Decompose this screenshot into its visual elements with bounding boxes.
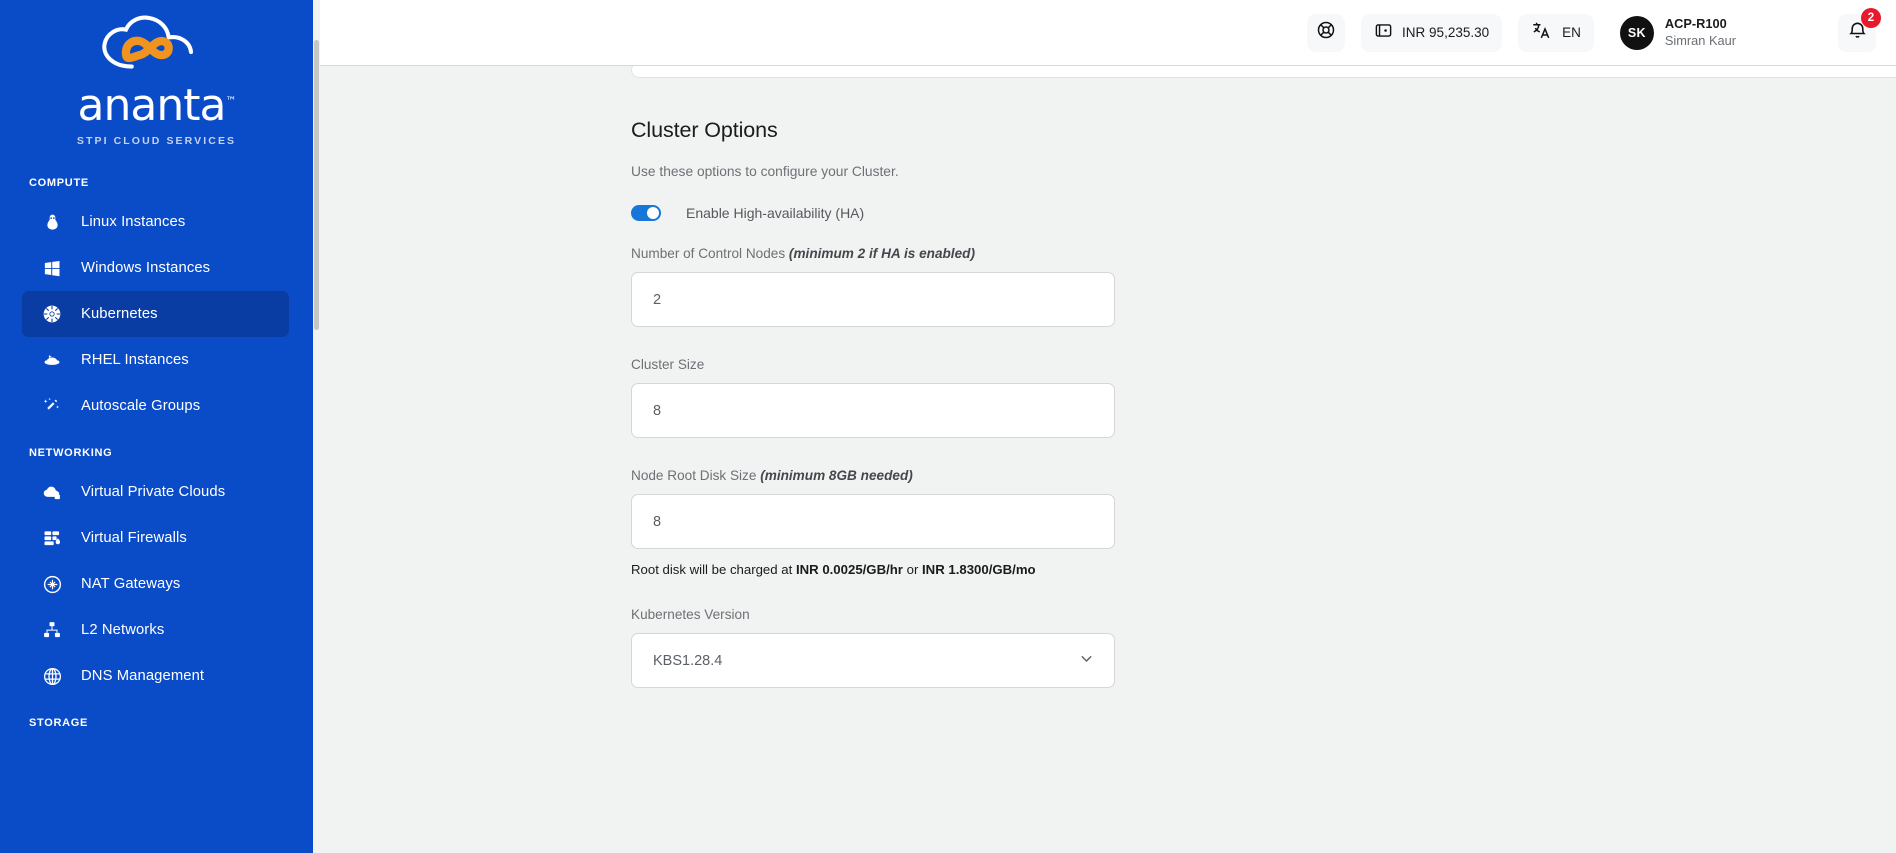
sidebar-item-label: Linux Instances (81, 214, 186, 230)
sidebar-item-kubernetes[interactable]: Kubernetes (22, 291, 289, 337)
enable-ha-toggle[interactable] (631, 205, 661, 221)
magic-wand-icon (41, 395, 63, 417)
wallet-icon (1374, 21, 1393, 45)
language-value: EN (1562, 25, 1581, 40)
sidebar-item-label: Virtual Firewalls (81, 530, 187, 546)
cluster-options-panel: Cluster Options Use these options to con… (631, 118, 1896, 688)
notifications-button[interactable]: 2 (1838, 7, 1881, 52)
chevron-down-icon (1078, 650, 1095, 671)
cloud-lock-icon (41, 481, 63, 503)
control-nodes-value: 2 (653, 291, 662, 308)
wallet-balance-button[interactable]: INR 95,235.30 (1361, 13, 1503, 52)
wallet-balance-text: INR 95,235.30 (1402, 25, 1490, 40)
root-disk-label: Node Root Disk Size (minimum 8GB needed) (631, 468, 1896, 483)
previous-section-card (631, 66, 1896, 78)
firewall-icon (41, 527, 63, 549)
logo-subtitle: STPI CLOUD SERVICES (76, 135, 237, 147)
nat-gateway-icon (41, 573, 63, 595)
sidebar-item-linux-instances[interactable]: Linux Instances (22, 199, 289, 245)
sidebar-scrollbar-thumb[interactable] (314, 40, 319, 330)
control-nodes-label-text: Number of Control Nodes (631, 246, 786, 261)
sidebar-item-nat-gateways[interactable]: NAT Gateways (22, 561, 289, 607)
content-scroll-area: Cluster Options Use these options to con… (320, 66, 1896, 853)
field-root-disk-size: Node Root Disk Size (minimum 8GB needed)… (631, 468, 1896, 577)
sidebar-item-virtual-private-clouds[interactable]: Virtual Private Clouds (22, 469, 289, 515)
network-tree-icon (41, 619, 63, 641)
cluster-size-label-text: Cluster Size (631, 357, 705, 372)
sidebar-item-label: RHEL Instances (81, 352, 189, 368)
root-disk-pricing-note: Root disk will be charged at INR 0.0025/… (631, 562, 1896, 577)
root-disk-input[interactable]: 8 (631, 494, 1115, 549)
sidebar-item-rhel-instances[interactable]: RHEL Instances (22, 337, 289, 383)
topbar: INR 95,235.30 EN SK ACP-R100 Simran Kaur (320, 0, 1896, 66)
root-disk-hint: (minimum 8GB needed) (760, 468, 913, 483)
page-title: Cluster Options (631, 118, 778, 142)
logo-wordmark: ananta™ (77, 80, 237, 131)
control-nodes-label: Number of Control Nodes (minimum 2 if HA… (631, 246, 1896, 261)
field-control-nodes: Number of Control Nodes (minimum 2 if HA… (631, 246, 1896, 327)
cluster-size-input[interactable]: 8 (631, 383, 1115, 438)
sidebar-item-label: Kubernetes (81, 306, 158, 322)
control-nodes-hint: (minimum 2 if HA is enabled) (788, 246, 975, 261)
lifebuoy-icon (1316, 20, 1336, 45)
avatar: SK (1619, 15, 1654, 50)
notification-badge: 2 (1861, 7, 1881, 28)
note-monthly-rate: INR 1.8300/GB/mo (922, 562, 1036, 577)
control-nodes-input[interactable]: 2 (631, 272, 1115, 327)
sidebar-item-label: NAT Gateways (81, 576, 181, 592)
note-joiner: or (902, 562, 923, 577)
sidebar-item-label: L2 Networks (81, 622, 165, 638)
note-prefix: Root disk will be charged at (631, 562, 796, 577)
k8s-version-value: KBS1.28.4 (653, 652, 723, 669)
sidebar-item-label: Autoscale Groups (81, 398, 201, 414)
user-menu[interactable]: SK ACP-R100 Simran Kaur (1619, 15, 1736, 50)
sidebar: ananta™ STPI CLOUD SERVICES COMPUTE Linu… (0, 0, 313, 853)
sidebar-item-autoscale-groups[interactable]: Autoscale Groups (22, 383, 289, 429)
sidebar-item-virtual-firewalls[interactable]: Virtual Firewalls (22, 515, 289, 561)
windows-icon (41, 257, 63, 279)
ha-toggle-row: Enable High-availability (HA) (631, 205, 1896, 221)
redhat-fedora-icon (41, 349, 63, 371)
kubernetes-icon (41, 303, 63, 325)
app-root: ananta™ STPI CLOUD SERVICES COMPUTE Linu… (0, 0, 1896, 853)
nav-section-storage: STORAGE (29, 717, 89, 729)
sidebar-item-label: DNS Management (81, 668, 205, 684)
sidebar-item-l2-networks[interactable]: L2 Networks (22, 607, 289, 653)
k8s-version-select[interactable]: KBS1.28.4 (631, 633, 1115, 688)
nav-section-networking: NETWORKING (29, 447, 113, 459)
support-button[interactable] (1307, 13, 1346, 52)
sidebar-item-dns-management[interactable]: DNS Management (22, 653, 289, 699)
sidebar-item-label: Windows Instances (81, 260, 211, 276)
ananta-infinity-cloud-logo (89, 14, 225, 88)
globe-grid-icon (41, 665, 63, 687)
user-meta: ACP-R100 Simran Kaur (1665, 16, 1736, 49)
translate-icon (1531, 20, 1552, 46)
page-subtitle: Use these options to configure your Clus… (631, 164, 899, 179)
k8s-version-label: Kubernetes Version (631, 607, 750, 622)
user-name: Simran Kaur (1664, 32, 1736, 48)
language-selector[interactable]: EN (1518, 13, 1594, 52)
brand-logo[interactable]: ananta™ STPI CLOUD SERVICES (0, 0, 313, 157)
root-disk-label-text: Node Root Disk Size (631, 468, 757, 483)
field-cluster-size: Cluster Size 8 (631, 357, 1896, 438)
enable-ha-label: Enable High-availability (HA) (686, 205, 865, 221)
nav-section-compute: COMPUTE (29, 177, 89, 189)
sidebar-item-windows-instances[interactable]: Windows Instances (22, 245, 289, 291)
cluster-size-value: 8 (653, 402, 662, 419)
cluster-size-label: Cluster Size (631, 357, 1896, 372)
main-area: INR 95,235.30 EN SK ACP-R100 Simran Kaur (313, 0, 1896, 853)
user-account-id: ACP-R100 (1664, 16, 1727, 32)
linux-penguin-icon (41, 211, 63, 233)
sidebar-item-label: Virtual Private Clouds (81, 484, 226, 500)
root-disk-value: 8 (653, 513, 662, 530)
logo-trademark: ™ (225, 94, 236, 108)
note-hourly-rate: INR 0.0025/GB/hr (795, 562, 903, 577)
sidebar-nav: COMPUTE Linux Instances Windows Instance… (0, 177, 313, 729)
field-kubernetes-version: Kubernetes Version KBS1.28.4 (631, 607, 1896, 688)
toggle-knob (647, 207, 659, 219)
